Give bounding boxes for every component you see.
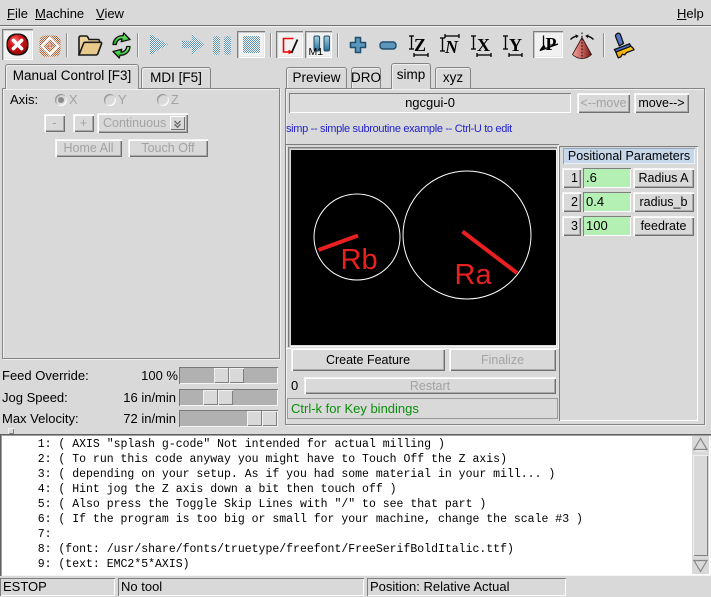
svg-text:Y: Y [509,35,522,55]
svg-text:Z: Z [414,35,426,55]
svg-text:Rb: Rb [341,244,378,276]
svg-text:Ra: Ra [455,259,493,291]
svg-text:N: N [444,37,459,57]
svg-text:P: P [546,34,557,54]
svg-text:M1: M1 [309,46,324,56]
svg-text:X: X [477,35,490,55]
